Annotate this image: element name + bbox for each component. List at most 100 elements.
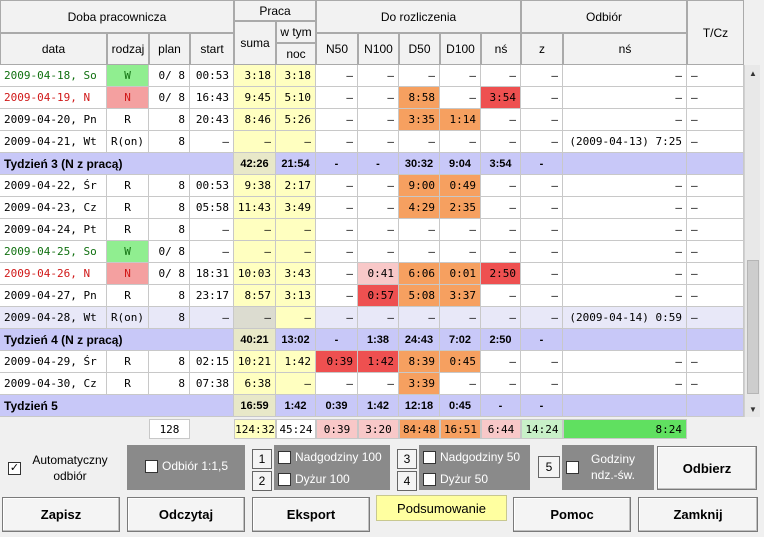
cell-n100[interactable]: – [358,307,399,329]
cell-d100[interactable]: – [440,307,481,329]
cell-d50[interactable]: 5:08 [399,285,440,307]
cell-plan[interactable]: 8 [149,373,190,395]
cell-plan[interactable]: 8 [149,351,190,373]
cell-n50[interactable]: – [316,263,358,285]
table-row[interactable]: 2009-04-24, Pt R 8– – – – – – – – – – – [0,219,744,241]
col-odbior-ns[interactable]: nś [563,33,687,65]
cell-n50[interactable]: – [316,373,358,395]
col-start[interactable]: start [190,33,234,65]
cell-ns[interactable]: – [481,307,521,329]
scrollbar-thumb[interactable] [747,260,759,394]
cell-tcz[interactable]: – [687,175,744,197]
cell-noc[interactable]: – [276,307,316,329]
odbior-15-checkbox[interactable]: Odbiór 1:1,5 [145,459,228,473]
cell-ns2[interactable]: – [563,197,687,219]
week-summary-row[interactable]: Tydzień 4 (N z pracą) 40:21 13:02-1:38 24:4… [0,329,744,351]
cell-noc[interactable]: – [276,241,316,263]
cell-rodzaj[interactable]: R [107,373,149,395]
godziny-checkbox[interactable]: ✓ Godziny ndz.-św. [566,451,643,483]
cell-plan[interactable]: 8 [149,175,190,197]
cell-tcz[interactable]: – [687,351,744,373]
button-5[interactable]: 5 [538,456,560,478]
nadgodziny-100-checkbox[interactable]: ✓ Nadgodziny 100 [278,450,382,464]
cell-ns2[interactable]: – [563,285,687,307]
table-row[interactable]: 2009-04-25, So W 0/ 8– – – – – – – – – – – [0,241,744,263]
cell-rodzaj[interactable]: R [107,351,149,373]
cell-z[interactable]: – [521,65,563,87]
cell-z[interactable]: – [521,87,563,109]
cell-tcz[interactable]: – [687,285,744,307]
cell-n100[interactable]: – [358,197,399,219]
cell-rodzaj[interactable]: R [107,175,149,197]
cell-tcz[interactable]: – [687,263,744,285]
cell-d50[interactable]: – [399,65,440,87]
cell-start[interactable]: – [190,307,234,329]
cell-z[interactable]: – [521,175,563,197]
cell-d50[interactable]: 3:35 [399,109,440,131]
week-summary-row[interactable]: Tydzień 5 16:59 1:42 0:39 1:42 12:18 0:45- - [0,395,744,417]
cell-plan[interactable]: 0/ 8 [149,87,190,109]
cell-suma[interactable]: – [234,219,276,241]
cell-tcz[interactable]: – [687,87,744,109]
table-row[interactable]: 2009-04-23, Cz R 8 05:58 11:43 3:49– –4:29 2:35… [0,197,744,219]
cell-n50[interactable]: – [316,65,358,87]
cell-d50[interactable]: – [399,219,440,241]
vertical-scrollbar[interactable]: ▲ ▼ [744,65,760,417]
cell-plan[interactable]: 8 [149,131,190,153]
cell-date[interactable]: 2009-04-26, N [0,263,107,285]
cell-z[interactable]: – [521,109,563,131]
auto-odbior-checkbox[interactable]: ✓ Automatyczny odbiór [8,450,123,486]
cell-tcz[interactable]: – [687,65,744,87]
col-ns[interactable]: nś [481,33,521,65]
cell-d100[interactable]: – [440,373,481,395]
cell-ns2[interactable]: – [563,109,687,131]
cell-d100[interactable]: 3:37 [440,285,481,307]
cell-plan[interactable]: 8 [149,285,190,307]
cell-d100[interactable]: – [440,241,481,263]
cell-d100[interactable]: – [440,65,481,87]
col-n50[interactable]: N50 [316,33,358,65]
cell-n50[interactable]: – [316,197,358,219]
cell-tcz[interactable]: – [687,241,744,263]
cell-noc[interactable]: 3:43 [276,263,316,285]
cell-plan[interactable]: 0/ 8 [149,241,190,263]
cell-tcz[interactable]: – [687,219,744,241]
cell-tcz[interactable]: – [687,131,744,153]
cell-ns2[interactable]: – [563,219,687,241]
button-4[interactable]: 4 [397,471,417,491]
table-row[interactable]: 2009-04-20, Pn R 8 20:43 8:46 5:26– –3:35 1:14–… [0,109,744,131]
cell-suma[interactable]: 8:46 [234,109,276,131]
cell-z[interactable]: – [521,351,563,373]
cell-z[interactable]: – [521,197,563,219]
cell-n100[interactable]: – [358,87,399,109]
cell-noc[interactable]: 3:13 [276,285,316,307]
cell-ns[interactable]: – [481,109,521,131]
col-suma[interactable]: suma [234,21,276,65]
cell-start[interactable]: 05:58 [190,197,234,219]
cell-date[interactable]: 2009-04-30, Cz [0,373,107,395]
cell-d50[interactable]: 3:39 [399,373,440,395]
cell-d100[interactable]: 0:49 [440,175,481,197]
col-d50[interactable]: D50 [399,33,440,65]
cell-suma[interactable]: 10:03 [234,263,276,285]
table-row[interactable]: 2009-04-26, N N 0/ 8 18:31 10:03 3:43–0:41 6:0… [0,263,744,285]
cell-date[interactable]: 2009-04-28, Wt [0,307,107,329]
cell-tcz[interactable]: – [687,373,744,395]
cell-ns[interactable]: – [481,175,521,197]
col-plan[interactable]: plan [149,33,190,65]
cell-ns[interactable]: – [481,373,521,395]
cell-start[interactable]: 02:15 [190,351,234,373]
cell-d50[interactable]: – [399,131,440,153]
cell-d100[interactable]: – [440,219,481,241]
odczytaj-button[interactable]: Odczytaj [127,497,245,532]
cell-suma[interactable]: 11:43 [234,197,276,219]
cell-z[interactable]: – [521,263,563,285]
col-noc[interactable]: noc [276,43,316,65]
cell-n100[interactable]: – [358,373,399,395]
col-n100[interactable]: N100 [358,33,399,65]
zamknij-button[interactable]: Zamknij [638,497,758,532]
cell-rodzaj[interactable]: W [107,241,149,263]
cell-n100[interactable]: – [358,175,399,197]
cell-date[interactable]: 2009-04-21, Wt [0,131,107,153]
cell-d50[interactable]: 9:00 [399,175,440,197]
